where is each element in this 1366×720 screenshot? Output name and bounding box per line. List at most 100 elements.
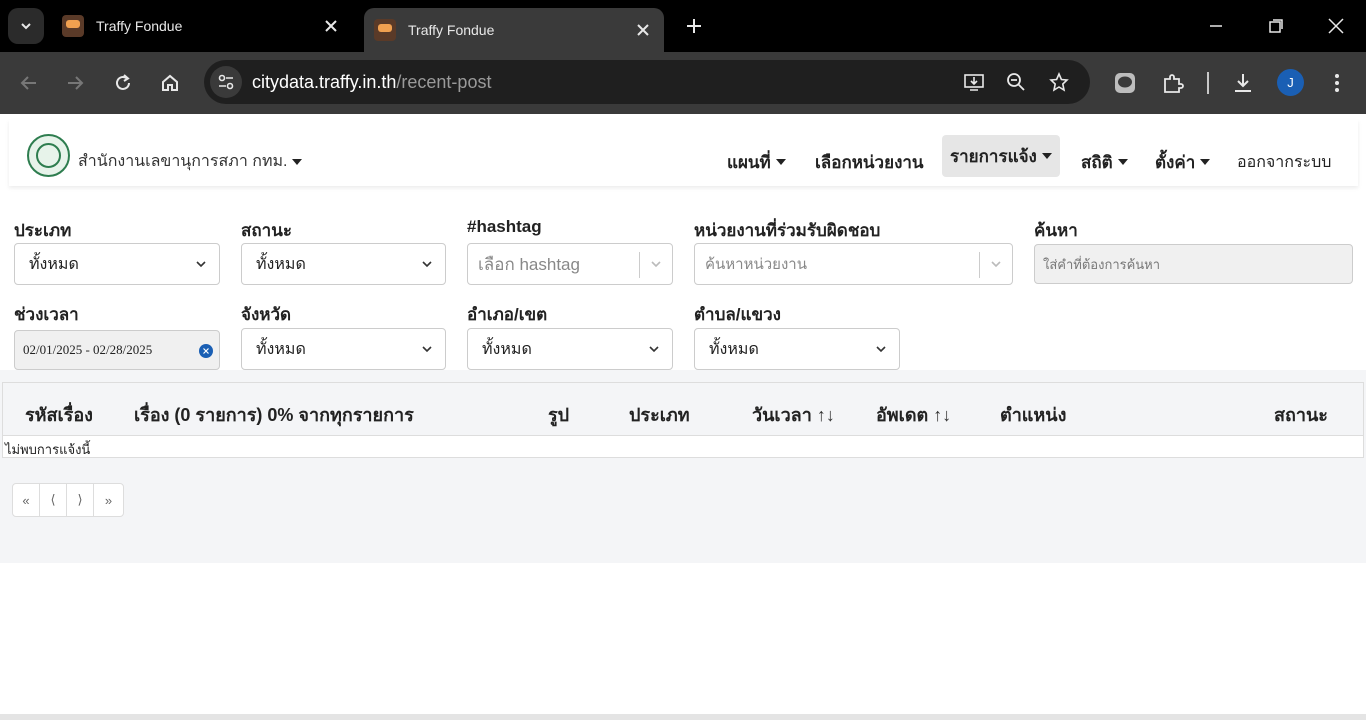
install-app-button[interactable] (962, 70, 986, 94)
close-tab-button[interactable] (320, 15, 342, 37)
minimize-icon (1210, 25, 1222, 27)
close-window-button[interactable] (1324, 14, 1348, 38)
org-dropdown[interactable]: สำนักงานเลขานุการสภา กทม. (78, 149, 303, 174)
last-page-button[interactable]: » (93, 483, 124, 517)
menu-stats-label: สถิติ (1081, 152, 1113, 172)
arrow-right-icon (68, 76, 84, 90)
logo-emblem-icon (36, 143, 61, 168)
caret-down-icon (1200, 159, 1211, 165)
prev-page-button[interactable]: ⟨ (39, 483, 67, 517)
menu-logout[interactable]: ออกจากระบบ (1229, 141, 1339, 183)
results-area: รหัสเรื่อง เรื่อง (0 รายการ) 0% จากทุกรา… (0, 370, 1366, 563)
search-input[interactable]: ใส่คำที่ต้องการค้นหา (1034, 244, 1353, 284)
date-range-value: 02/01/2025 - 02/28/2025 (23, 342, 153, 357)
close-tab-button[interactable] (632, 19, 654, 41)
chevron-down-icon (991, 261, 1001, 268)
bma-logo[interactable] (27, 134, 70, 177)
url-host: citydata.traffy.in.th (252, 71, 397, 92)
province-select[interactable]: ทั้งหมด (241, 328, 446, 370)
site-info-button[interactable] (210, 66, 242, 98)
browser-tab-1[interactable]: Traffy Fondue (52, 8, 352, 44)
district-select-value: ทั้งหมด (482, 340, 532, 358)
downloads-button[interactable] (1230, 70, 1256, 96)
caret-down-icon (1117, 159, 1128, 165)
address-bar[interactable]: citydata.traffy.in.th/recent-post (204, 60, 1090, 104)
menu-select-unit[interactable]: เลือกหน่วยงาน (807, 141, 932, 183)
select-divider (639, 252, 640, 278)
menu-reports[interactable]: รายการแจ้ง (942, 135, 1060, 177)
subdistrict-select[interactable]: ทั้งหมด (694, 328, 900, 370)
sort-icon[interactable]: ↑↓ (817, 405, 835, 425)
hashtag-select-placeholder: เลือก hashtag (478, 254, 580, 274)
district-filter-label: อำเภอ/เขต (467, 305, 548, 324)
filter-panel: ประเภท สถานะ #hashtag หน่วยงานที่ร่วมรับ… (0, 200, 1366, 370)
back-button[interactable] (14, 68, 44, 98)
search-filter-label: ค้นหา (1034, 221, 1078, 240)
col-header-updated-label: อัพเดต (876, 405, 929, 425)
district-select[interactable]: ทั้งหมด (467, 328, 673, 370)
menu-select-unit-label: เลือกหน่วยงาน (815, 152, 924, 172)
web-page: สำนักงานเลขานุการสภา กทม. แผนที่ เลือกหน… (0, 114, 1366, 720)
hashtag-select[interactable]: เลือก hashtag (467, 243, 673, 285)
puzzle-icon (1164, 74, 1184, 93)
org-name: สำนักงานเลขานุการสภา กทม. (78, 153, 288, 170)
profile-avatar[interactable]: J (1277, 69, 1304, 96)
menu-map[interactable]: แผนที่ (719, 141, 794, 183)
horizontal-scrollbar[interactable] (0, 714, 1366, 720)
unit-filter-label: หน่วยงานที่ร่วมรับผิดชอบ (694, 221, 881, 240)
download-icon (1235, 74, 1251, 92)
extensions-button[interactable] (1160, 70, 1186, 96)
chevron-down-icon (876, 346, 886, 353)
col-header-type: ประเภท (629, 405, 690, 425)
date-range-input[interactable]: 02/01/2025 - 02/28/2025 (14, 330, 220, 370)
home-button[interactable] (155, 68, 185, 98)
browser-tab-2[interactable]: Traffy Fondue (364, 8, 664, 52)
col-header-updated[interactable]: อัพเดต ↑↓ (876, 400, 951, 429)
traffy-favicon-icon (62, 15, 84, 37)
pagination: « ⟨ ⟩ » (12, 483, 124, 517)
tab-search-button[interactable] (8, 8, 44, 44)
unit-select-placeholder: ค้นหาหน่วยงาน (705, 256, 807, 273)
select-divider (979, 252, 980, 278)
col-header-photo: รูป (548, 405, 570, 425)
line-extension-button[interactable] (1112, 70, 1138, 96)
sort-icon[interactable]: ↑↓ (933, 405, 951, 425)
unit-select[interactable]: ค้นหาหน่วยงาน (694, 243, 1013, 285)
restore-icon (1269, 19, 1283, 33)
zoom-button[interactable] (1004, 70, 1028, 94)
home-icon (162, 74, 178, 91)
type-select[interactable]: ทั้งหมด (14, 243, 220, 285)
url-text: citydata.traffy.in.th/recent-post (252, 72, 491, 93)
first-page-button[interactable]: « (12, 483, 40, 517)
province-select-value: ทั้งหมด (256, 340, 306, 358)
status-select-value: ทั้งหมด (256, 255, 306, 273)
minimize-button[interactable] (1204, 14, 1228, 38)
toolbar-separator (1207, 72, 1209, 94)
arrow-left-icon (20, 76, 36, 90)
clear-date-button[interactable] (199, 344, 213, 358)
col-header-datetime[interactable]: วันเวลา ↑↓ (752, 400, 835, 429)
restore-button[interactable] (1264, 14, 1288, 38)
browser-menu-button[interactable] (1324, 70, 1350, 96)
line-icon (1115, 73, 1135, 93)
col-header-id: รหัสเรื่อง (25, 405, 93, 425)
browser-toolbar: citydata.traffy.in.th/recent-post (0, 52, 1366, 114)
status-select[interactable]: ทั้งหมด (241, 243, 446, 285)
forward-button[interactable] (60, 68, 90, 98)
caret-down-icon (775, 159, 786, 165)
new-tab-button[interactable] (682, 14, 706, 38)
reload-button[interactable] (108, 68, 138, 98)
caret-down-icon (1041, 153, 1052, 159)
chevron-down-icon (651, 261, 661, 268)
menu-stats[interactable]: สถิติ (1073, 141, 1136, 183)
tab-title: Traffy Fondue (96, 18, 183, 34)
menu-map-label: แผนที่ (727, 152, 771, 172)
close-icon (325, 20, 337, 32)
bookmark-button[interactable] (1047, 70, 1071, 94)
table-header: รหัสเรื่อง เรื่อง (0 รายการ) 0% จากทุกรา… (3, 383, 1363, 436)
reload-icon (116, 74, 130, 90)
next-page-button[interactable]: ⟩ (66, 483, 94, 517)
caret-down-icon (292, 158, 303, 165)
tune-icon (218, 74, 234, 90)
menu-settings[interactable]: ตั้งค่า (1147, 141, 1218, 183)
